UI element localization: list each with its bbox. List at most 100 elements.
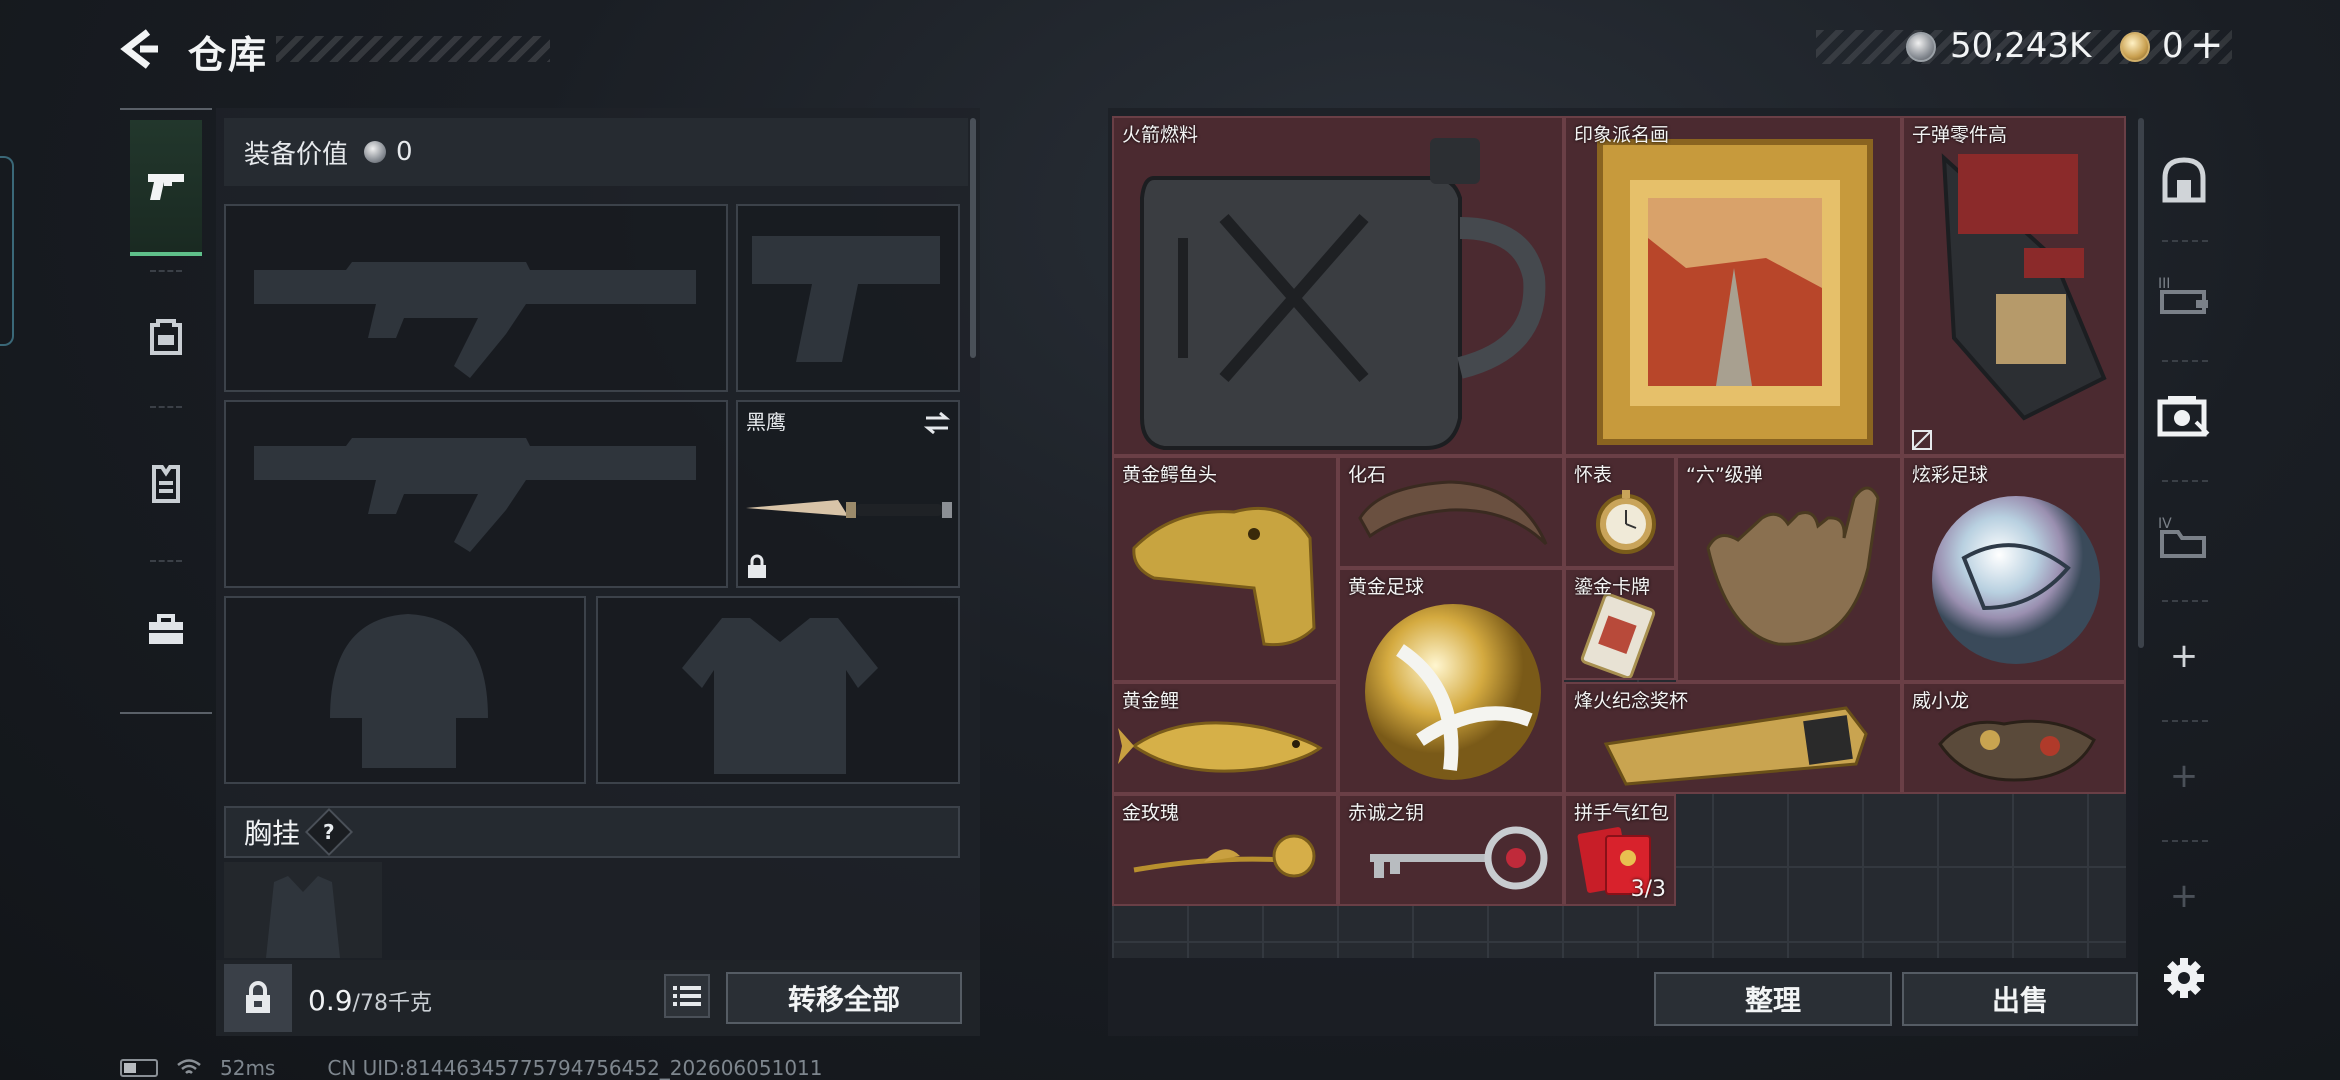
item-fossil[interactable]: 化石 [1338,456,1564,568]
item-golden-carp[interactable]: 黄金鲤 [1112,682,1338,794]
page-title: 仓库 [188,33,269,77]
item-bullet-parts[interactable]: 子弹零件高 [1902,116,2126,456]
helmet-slot[interactable] [224,596,586,784]
helmet-silhouette-icon [330,614,488,768]
crocodile-head-icon [1132,506,1316,647]
category-tab-vest[interactable] [130,416,202,552]
equipment-scrollbar[interactable] [970,118,976,358]
item-golden-crocodile-head[interactable]: 黄金鳄鱼头 [1112,456,1338,682]
vest-icon [152,465,180,503]
chest-rig-silhouette-icon [266,876,340,958]
melee-slot[interactable]: 黑鹰 [736,400,960,588]
rail-divider [2162,480,2208,482]
status-bar: 52ms CN UID:8144634577579475645​2_202606… [120,1056,823,1080]
item-beacon-trophy[interactable]: 烽火纪念奖杯 [1564,682,1902,794]
category-tab-backpack[interactable] [130,268,202,404]
primary-weapon-slot[interactable] [224,204,728,392]
item-key-of-sincerity[interactable]: 赤诚之钥 [1338,794,1564,906]
rail-divider [2162,840,2208,842]
rifle-silhouette-icon [254,438,696,552]
toolbox-icon [149,614,183,644]
list-icon [673,986,701,1006]
item-golden-rose[interactable]: 金玫瑰 [1112,794,1338,906]
equipment-value-label: 装备价值 [244,139,349,170]
equipment-value-bar: 装备价值 0 [224,118,968,186]
category-tab-toolbox[interactable] [130,562,202,698]
battery-icon [120,1059,158,1077]
back-arrow-icon[interactable] [118,26,162,72]
item-level-six-bullet[interactable]: “六”级弹 [1676,456,1902,682]
silver-currency-value: 50,243K [1950,26,2092,66]
secondary-weapon-slot[interactable] [224,400,728,588]
rifle-silhouette-icon [254,262,696,378]
rail-divider [2162,600,2208,602]
unlink-icon [1912,430,1932,450]
safe-box-tab[interactable] [2152,150,2216,210]
storage-iv-tab[interactable]: IV [2152,506,2216,566]
silver-coin-icon [364,141,387,163]
backpack-icon [150,319,182,355]
jerry-can-icon [1140,138,1546,450]
weight-indicator: 0.9/78千克 [308,984,432,1017]
pistol-silhouette-icon [752,236,940,362]
title-decoration [276,36,550,62]
user-uid: CN UID:8144634577579475645​2_20260605101… [327,1056,823,1080]
edge-drawer-handle[interactable] [0,156,14,346]
armor-slot[interactable] [596,596,960,784]
item-wei-xiaolong[interactable]: 威小龙 [1902,682,2126,794]
rail-divider [2162,360,2208,362]
gold-currency-value: 0 [2162,26,2184,66]
category-tab-weapons[interactable] [130,120,202,256]
swap-icon[interactable] [922,410,952,436]
silver-coin-icon [1906,32,1936,62]
svg-text:III: III [2158,276,2170,292]
add-storage-tab-button[interactable]: + [2152,626,2216,686]
lock-icon [246,981,270,1013]
chest-rig-header: 胸挂 ? [224,806,960,858]
rail-divider [2162,720,2208,722]
equipment-value: 0 [396,137,413,167]
add-storage-tab-button-locked: + [2169,756,2199,796]
help-button[interactable]: ? [304,807,354,857]
add-storage-tab-button-locked: + [2169,876,2199,916]
pistol-icon [148,174,184,200]
painting-frame-icon [1597,139,1873,445]
rail-divider [2162,240,2208,242]
item-impressionist-painting[interactable]: 印象派名画 [1564,116,1902,456]
settings-button[interactable] [2152,950,2216,1006]
storage-iii-tab[interactable]: III [2152,266,2216,326]
item-pocket-watch[interactable]: 怀表 [1564,456,1676,568]
storage-scrollbar[interactable] [2138,118,2144,648]
item-gilded-card[interactable]: 鎏金卡牌 [1564,568,1676,680]
wifi-icon [177,1059,201,1074]
storage-active-tab[interactable] [2152,386,2216,446]
item-rocket-fuel[interactable]: 火箭燃料 [1112,116,1564,456]
storage-iv-icon: IV [2158,516,2206,558]
organize-button[interactable]: 整理 [1654,972,1892,1026]
knife-icon [746,500,952,518]
transfer-all-button[interactable]: 转移全部 [726,972,962,1024]
hand-gesture-icon [1706,486,1880,646]
ping-value: 52ms [220,1056,276,1080]
storage-iii-icon: III [2158,276,2208,314]
chest-rig-label: 胸挂 [244,817,301,850]
list-view-button[interactable] [664,974,710,1018]
chest-rig-slot[interactable] [224,862,382,958]
storage-active-icon [2157,396,2210,437]
lock-icon [748,554,766,578]
ammo-crate-icon [1941,153,2107,421]
add-gold-button[interactable]: + [2190,22,2224,68]
lock-button[interactable] [224,964,292,1032]
weight-current: 0.9 [308,984,353,1017]
sidearm-slot[interactable] [736,204,960,392]
sell-button[interactable]: 出售 [1902,972,2138,1026]
item-count: 3/3 [1630,877,1666,902]
item-iridescent-football[interactable]: 炫彩足球 [1902,456,2126,682]
gold-coin-icon [2120,32,2150,62]
safe-box-icon [2162,157,2206,203]
item-lucky-red-envelope[interactable]: 拼手气红包 3/3 [1564,794,1676,906]
svg-text:IV: IV [2158,516,2172,532]
rail-divider [150,406,182,408]
item-golden-football[interactable]: 黄金足球 [1338,568,1564,794]
gear-icon [2164,958,2204,998]
